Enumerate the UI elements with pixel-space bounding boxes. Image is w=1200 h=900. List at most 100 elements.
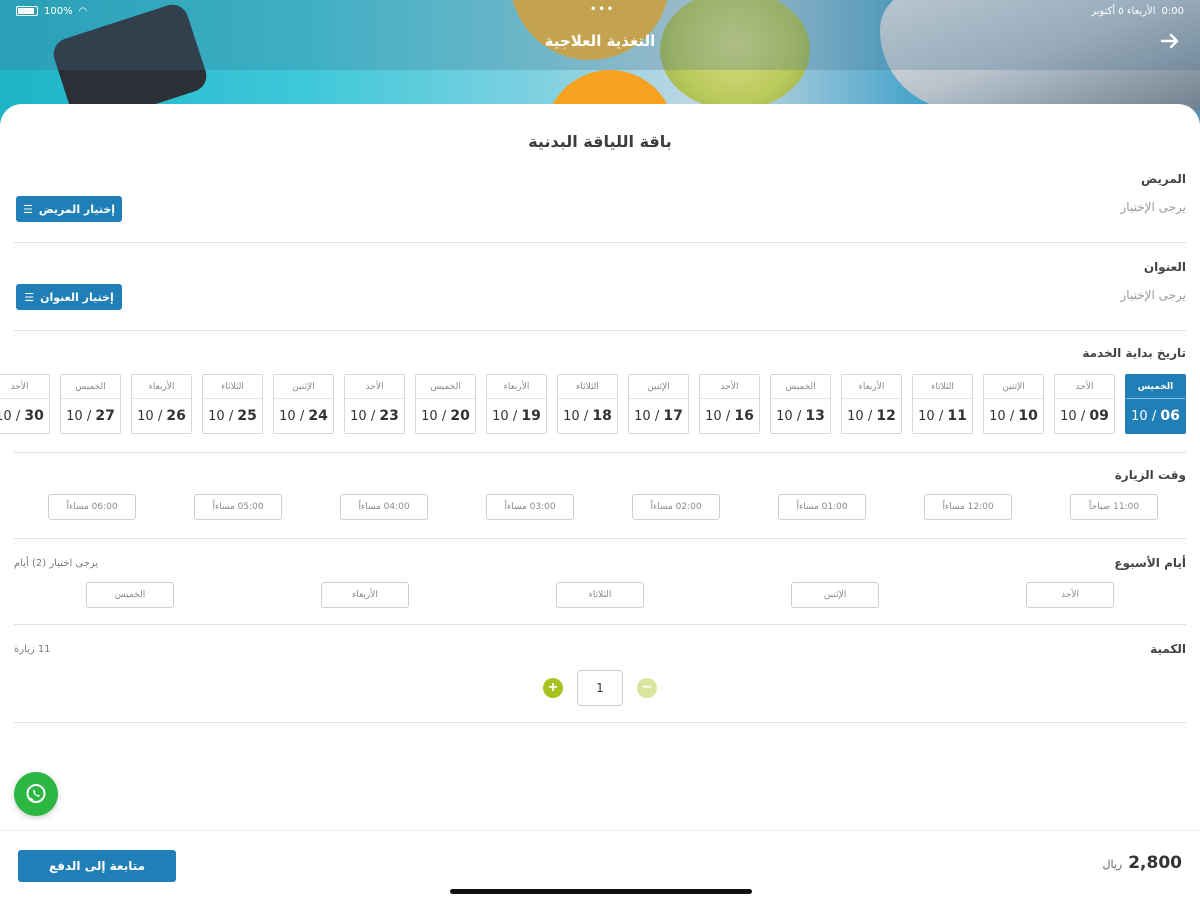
price-currency: ريال [1102,858,1123,871]
date-tile-month: 10 [918,409,935,424]
booking-card: باقة اللياقة البدنية المريض يرجى الإختيا… [0,104,1200,830]
total-price: 2,800 ريال [1103,853,1183,873]
divider [14,242,1186,243]
date-tile[interactable]: الخميس 10 / 13 [770,374,831,434]
date-tile-month: 10 [0,409,12,424]
status-bar: 0:00 الأربعاء ٥ أكتوبر ••• 100% ◠ [0,0,1200,22]
date-tile-number: 26 [166,408,186,424]
date-tile[interactable]: الإثنين 10 / 17 [628,374,689,434]
visit-time-chip[interactable]: 02:00 مساءاً [632,494,720,520]
date-tile[interactable]: الأربعاء 10 / 19 [486,374,547,434]
visit-time-chip[interactable]: 03:00 مساءاً [486,494,574,520]
date-tile-date: 10 / 19 [492,399,541,433]
proceed-to-payment-button[interactable]: متابعة إلى الدفع [18,850,176,882]
visit-time-chip[interactable]: 01:00 مساءاً [778,494,866,520]
status-bar-indicators: 100% ◠ [16,6,87,17]
date-separator: / [650,409,664,424]
date-tile[interactable]: الأحد 10 / 16 [699,374,760,434]
date-tile-number: 09 [1089,408,1109,424]
home-indicator[interactable] [450,889,752,894]
page-title: التغذية العلاجية [544,32,656,50]
package-title: باقة اللياقة البدنية [528,132,672,151]
week-day-chip[interactable]: الأربعاء [321,582,409,608]
select-address-button-label: إختيار العنوان [40,290,114,304]
date-tile-month: 10 [66,409,83,424]
select-patient-button-label: إختيار المريض [38,202,116,216]
date-separator: / [721,409,735,424]
date-separator: / [1005,409,1019,424]
date-tile-day: الأحد [0,375,49,399]
date-tile-day: الأحد [1055,375,1114,399]
select-address-button[interactable]: إختيار العنوان ☰ [16,284,122,310]
date-tile[interactable]: الخميس 10 / 20 [415,374,476,434]
date-tile-day: الإثنين [274,375,333,399]
whatsapp-icon [26,784,46,803]
date-tile-date: 10 / 23 [350,399,399,433]
date-tile-date: 10 / 24 [279,399,328,433]
visit-time-chip[interactable]: 04:00 مساءاً [340,494,428,520]
multitask-dots-icon[interactable]: ••• [590,4,615,15]
visit-time-chip[interactable]: 05:00 مساءاً [194,494,282,520]
date-tile[interactable]: الثلاثاء 10 / 18 [557,374,618,434]
date-tile[interactable]: الإثنين 10 / 10 [983,374,1044,434]
battery-icon [16,6,38,16]
date-tile[interactable]: الإثنين 10 / 24 [273,374,334,434]
date-separator: / [224,409,238,424]
divider [14,538,1186,539]
date-tile-day: الأربعاء [132,375,191,399]
visit-time-chip[interactable]: 11:00 صباحاً [1070,494,1158,520]
back-arrow-icon[interactable] [1158,30,1182,54]
date-tile[interactable]: الخميس 10 / 06 [1125,374,1186,434]
quantity-input[interactable] [577,670,623,706]
date-tile[interactable]: الأربعاء 10 / 26 [131,374,192,434]
visit-time-chip[interactable]: 12:00 مساءاً [924,494,1012,520]
divider [14,330,1186,331]
week-day-chip[interactable]: الثلاثاء [556,582,644,608]
date-tile[interactable]: الثلاثاء 10 / 25 [202,374,263,434]
date-tile-month: 10 [1060,409,1077,424]
divider [14,722,1186,723]
date-tile-day: الخميس [1126,375,1185,399]
date-tile-month: 10 [776,409,793,424]
date-tile[interactable]: الأحد 10 / 09 [1054,374,1115,434]
address-label: العنوان [1143,260,1186,274]
status-bar-time-date: 0:00 الأربعاء ٥ أكتوبر [1091,6,1184,17]
date-tile-day: الخميس [61,375,120,399]
date-tile-date: 10 / 25 [208,399,257,433]
date-separator: / [792,409,806,424]
date-tile-day: الأربعاء [842,375,901,399]
whatsapp-button[interactable] [14,772,58,816]
date-tile[interactable]: الأحد10 / 30 [0,374,50,434]
decrement-button[interactable]: − [637,678,657,698]
date-tile-month: 10 [1131,409,1148,424]
date-tile[interactable]: الأربعاء 10 / 12 [841,374,902,434]
date-tile[interactable]: الأحد 10 / 23 [344,374,405,434]
status-time: 0:00 [1161,5,1184,17]
date-tile-day: الثلاثاء [913,375,972,399]
quantity-stepper: + − [543,670,657,706]
week-days-options: الأحد الإثنين الثلاثاء الأربعاء الخميس [86,582,1114,608]
date-tile-date: 10 / 26 [137,399,186,433]
date-separator: / [579,409,593,424]
divider [14,624,1186,625]
arrow-right-icon [1160,33,1179,49]
week-day-chip[interactable]: الخميس [86,582,174,608]
date-separator: / [508,409,522,424]
date-tile[interactable]: الخميس 10 / 27 [60,374,121,434]
battery-level: 100% [44,5,73,17]
date-tile-date: 10 / 17 [634,399,683,433]
date-tile-number: 06 [1160,408,1180,424]
week-day-chip[interactable]: الأحد [1026,582,1114,608]
date-tile-number: 20 [450,408,470,424]
date-separator: / [1147,409,1161,424]
increment-button[interactable]: + [543,678,563,698]
visit-time-chip[interactable]: 06:00 مساءاً [48,494,136,520]
week-day-chip[interactable]: الإثنين [791,582,879,608]
date-tile-month: 10 [563,409,580,424]
select-patient-button[interactable]: إختيار المريض ☰ [16,196,122,222]
date-separator: / [437,409,451,424]
week-days-note: يرجى اختيار (2) أيام [14,558,99,569]
date-separator: / [295,409,309,424]
date-tile-date: 10 / 12 [847,399,896,433]
date-tile[interactable]: الثلاثاء 10 / 11 [912,374,973,434]
